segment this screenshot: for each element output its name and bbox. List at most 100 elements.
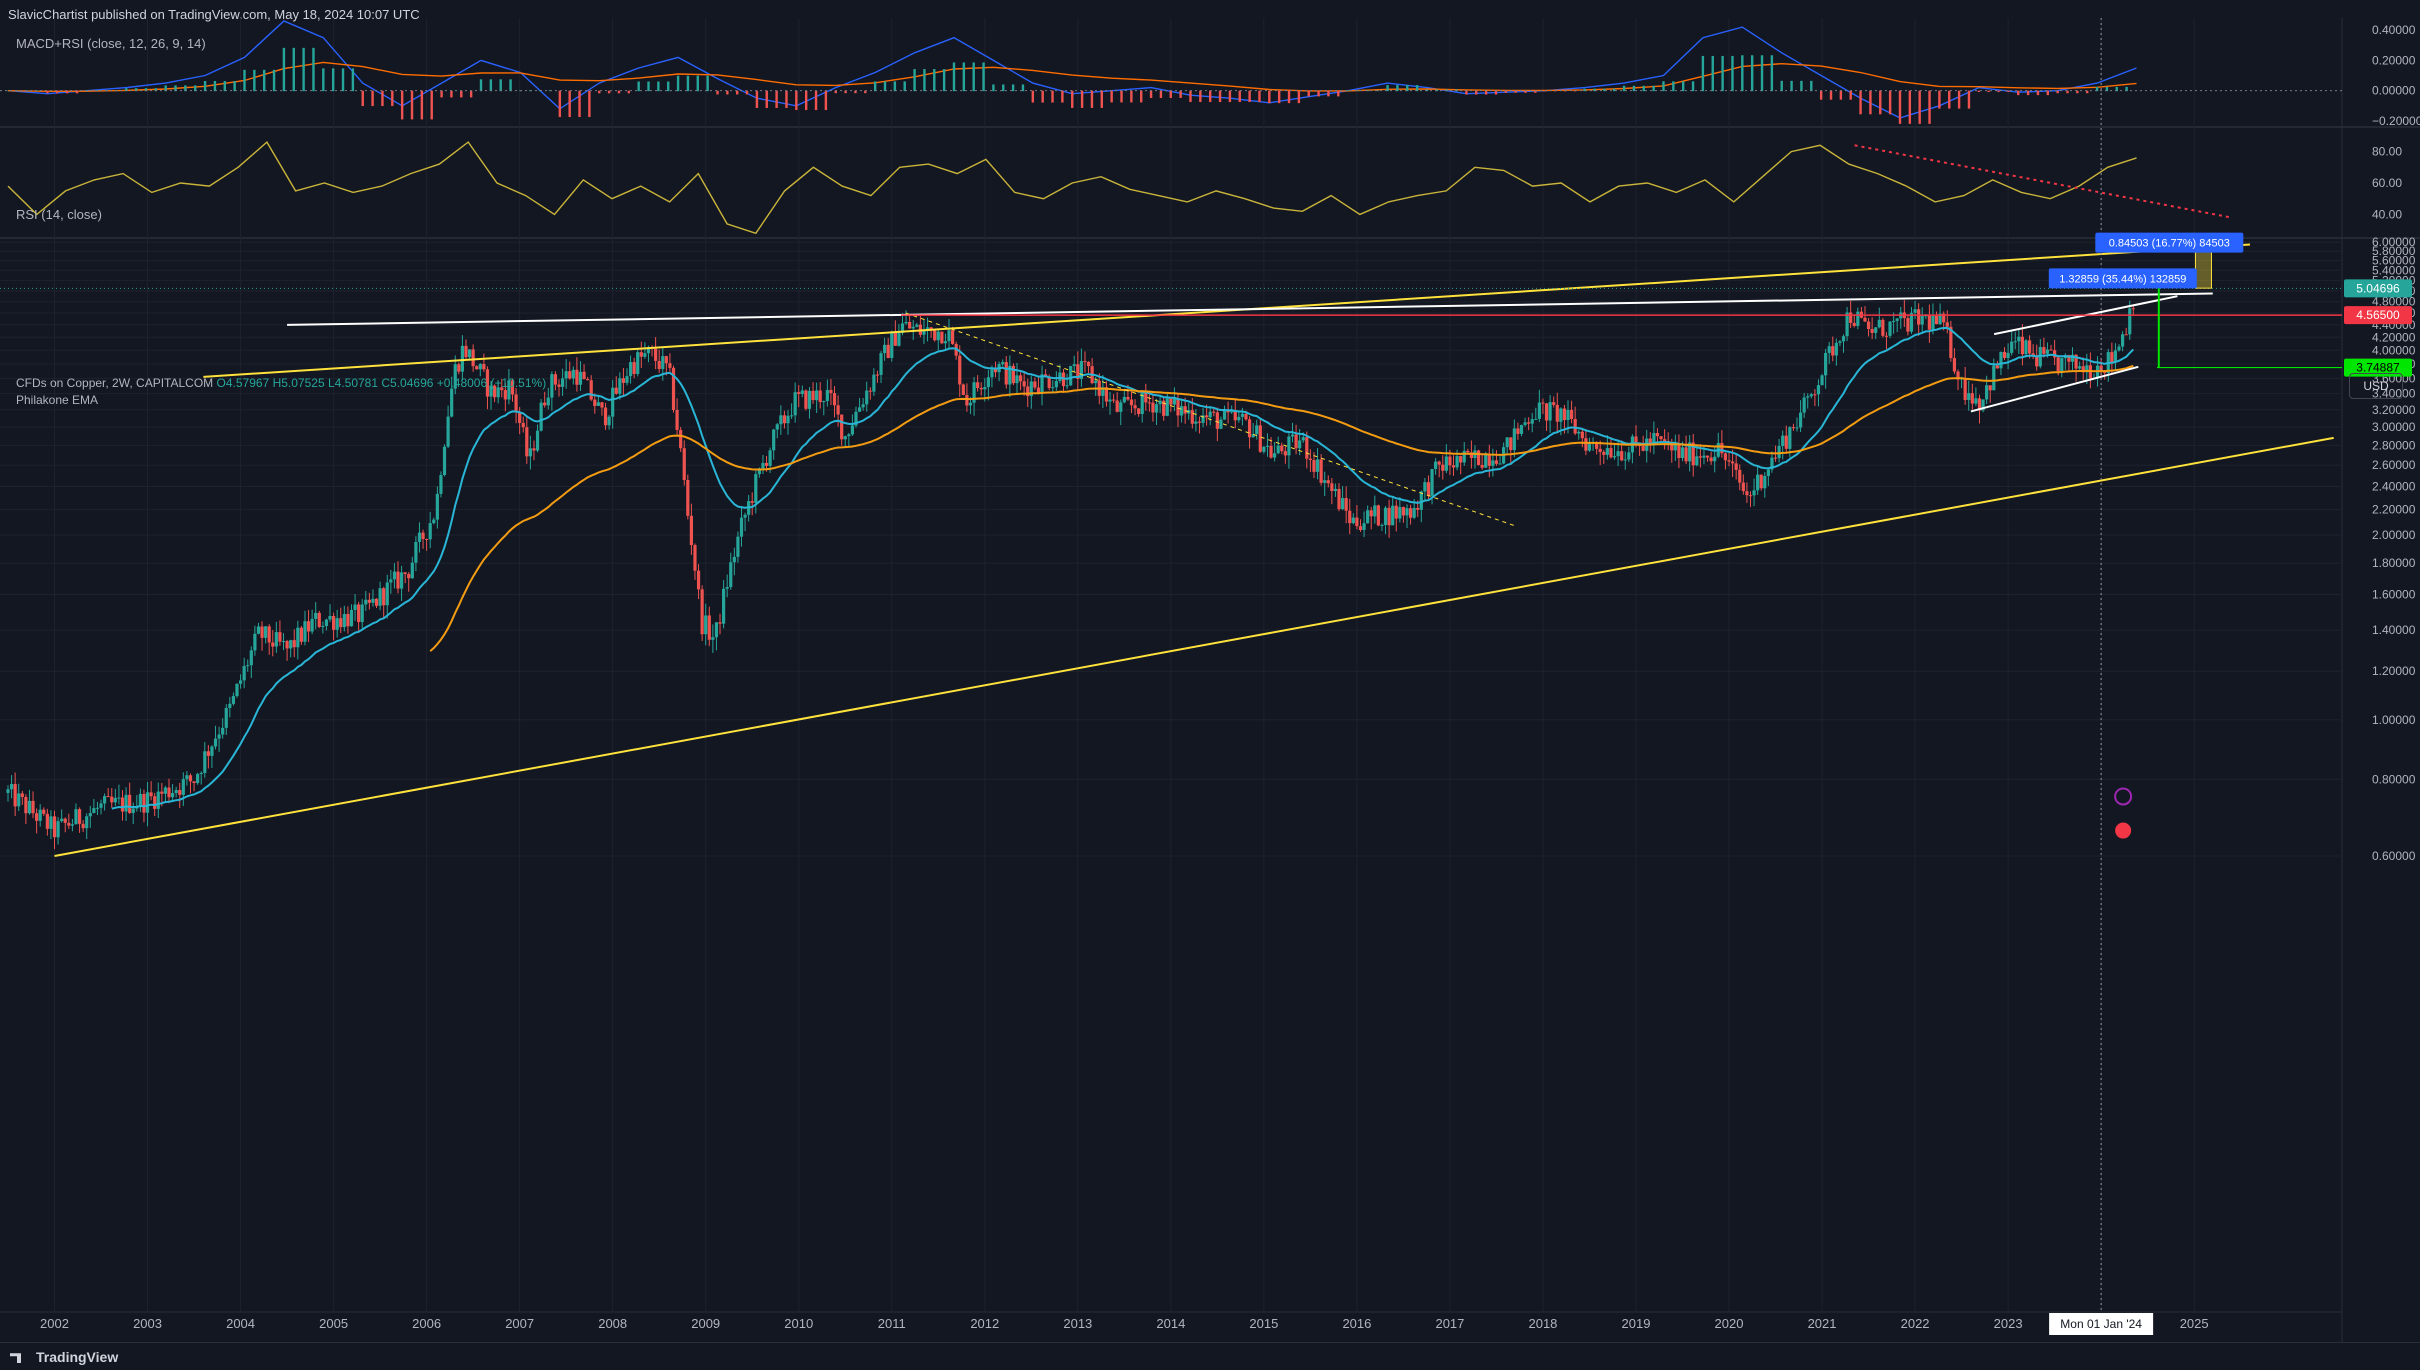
rsi-tick-label: 40.00 xyxy=(2372,207,2402,221)
candle-body xyxy=(1405,508,1409,516)
price-axis-label: 4.56500 xyxy=(2356,308,2400,322)
candle-body xyxy=(231,696,236,704)
histogram-bar xyxy=(933,69,936,92)
candle-body xyxy=(1480,464,1484,468)
candle-body xyxy=(782,415,787,424)
chart-canvas[interactable]: 2002 2003 2004 2005 2006 2007 2008 2009 2010 2011… xyxy=(0,0,2420,1342)
rsi-indicator-title[interactable]: RSI (14, close) xyxy=(16,207,102,222)
candle-body xyxy=(1505,437,1509,448)
candle-body xyxy=(120,797,125,812)
candle-body xyxy=(1036,387,1041,393)
macd-indicator-title[interactable]: MACD+RSI (close, 12, 26, 9, 14) xyxy=(16,36,206,51)
candle-body xyxy=(1627,452,1631,460)
candle-body xyxy=(360,604,364,623)
candle-body xyxy=(281,641,286,643)
candle-body xyxy=(1555,404,1559,422)
histogram-bar xyxy=(351,68,355,92)
candle-body xyxy=(1423,482,1427,492)
candle-body xyxy=(1416,507,1420,510)
candle-body xyxy=(1240,413,1245,417)
candle-body xyxy=(1269,445,1273,458)
symbol-legend[interactable]: CFDs on Copper, 2W, CAPITALCOM O4.57967 … xyxy=(16,376,546,390)
histogram-bar xyxy=(1475,90,1478,95)
candle-body xyxy=(1713,456,1717,462)
candle-body xyxy=(1337,488,1341,510)
histogram-bar xyxy=(322,68,325,92)
candle-body xyxy=(417,532,422,542)
candle-body xyxy=(675,409,679,430)
candle-body xyxy=(1033,381,1037,388)
candle-body xyxy=(278,632,282,642)
candle-body xyxy=(1974,398,1978,404)
candle-body xyxy=(843,436,847,440)
histogram-bar xyxy=(1819,90,1823,100)
candle-body xyxy=(847,434,851,437)
candle-body xyxy=(1809,394,1813,397)
candle-body xyxy=(1273,453,1277,458)
candle-body xyxy=(807,390,812,409)
histogram-bar xyxy=(1869,90,1872,115)
price-tick-label: 2.00000 xyxy=(2372,528,2416,542)
candle-body xyxy=(185,775,189,780)
histogram-bar xyxy=(1110,90,1113,103)
candle-body xyxy=(1290,434,1295,437)
candle-body xyxy=(1884,335,1889,337)
candle-body xyxy=(983,387,987,390)
candle-body xyxy=(793,392,797,416)
candle-body xyxy=(153,796,157,809)
candle-body xyxy=(696,570,701,590)
histogram-bar xyxy=(1721,55,1724,92)
histogram-bar xyxy=(1356,90,1360,92)
histogram-bar xyxy=(1652,85,1655,92)
candle-body xyxy=(1763,475,1767,489)
candle-body xyxy=(296,627,300,648)
candle-body xyxy=(52,816,57,838)
ema-indicator-title[interactable]: Philakone EMA xyxy=(16,393,98,407)
histogram-bar xyxy=(903,81,906,92)
candle-body xyxy=(768,450,772,466)
histogram-bar xyxy=(814,90,818,111)
candle-body xyxy=(628,362,633,377)
histogram-bar xyxy=(1662,81,1665,92)
candle-body xyxy=(217,734,221,739)
histogram-bar xyxy=(1859,90,1862,115)
candle-body xyxy=(1018,375,1023,382)
candle-body xyxy=(128,794,132,813)
candle-body xyxy=(1179,406,1184,416)
histogram-bar xyxy=(450,90,453,98)
histogram-bar xyxy=(1130,90,1133,103)
candle-body xyxy=(1881,319,1885,336)
candle-body xyxy=(1620,451,1624,461)
candle-body xyxy=(1380,524,1384,526)
histogram-bar xyxy=(1337,90,1340,97)
candle-body xyxy=(1931,315,1935,330)
candle-body xyxy=(993,369,998,373)
time-tick-label: 2003 xyxy=(133,1316,162,1331)
candle-body xyxy=(779,415,783,425)
histogram-bar xyxy=(1800,80,1803,92)
candle-body xyxy=(976,382,980,388)
rsi-tick-label: 60.00 xyxy=(2372,176,2402,190)
candle-body xyxy=(571,369,575,379)
currency-button[interactable]: USD xyxy=(2349,373,2403,399)
histogram-bar xyxy=(667,81,670,92)
candle-body xyxy=(1569,409,1574,419)
candle-body xyxy=(188,775,193,782)
candle-body xyxy=(850,425,855,435)
candle-body xyxy=(1945,322,1949,327)
candle-body xyxy=(657,360,661,370)
candle-body xyxy=(564,371,568,379)
candle-body xyxy=(432,519,436,524)
histogram-bar xyxy=(1268,90,1271,104)
candle-body xyxy=(528,448,532,457)
candle-body xyxy=(1813,394,1817,396)
candle-body xyxy=(578,371,583,385)
candle-body xyxy=(700,589,704,635)
histogram-bar xyxy=(16,90,20,92)
histogram-bar xyxy=(696,75,699,92)
candle-body xyxy=(92,808,96,814)
histogram-bar xyxy=(1760,55,1764,92)
tradingview-logo[interactable]: TradingView xyxy=(10,1349,118,1365)
candle-body xyxy=(1412,507,1416,518)
candle-body xyxy=(1383,507,1388,525)
